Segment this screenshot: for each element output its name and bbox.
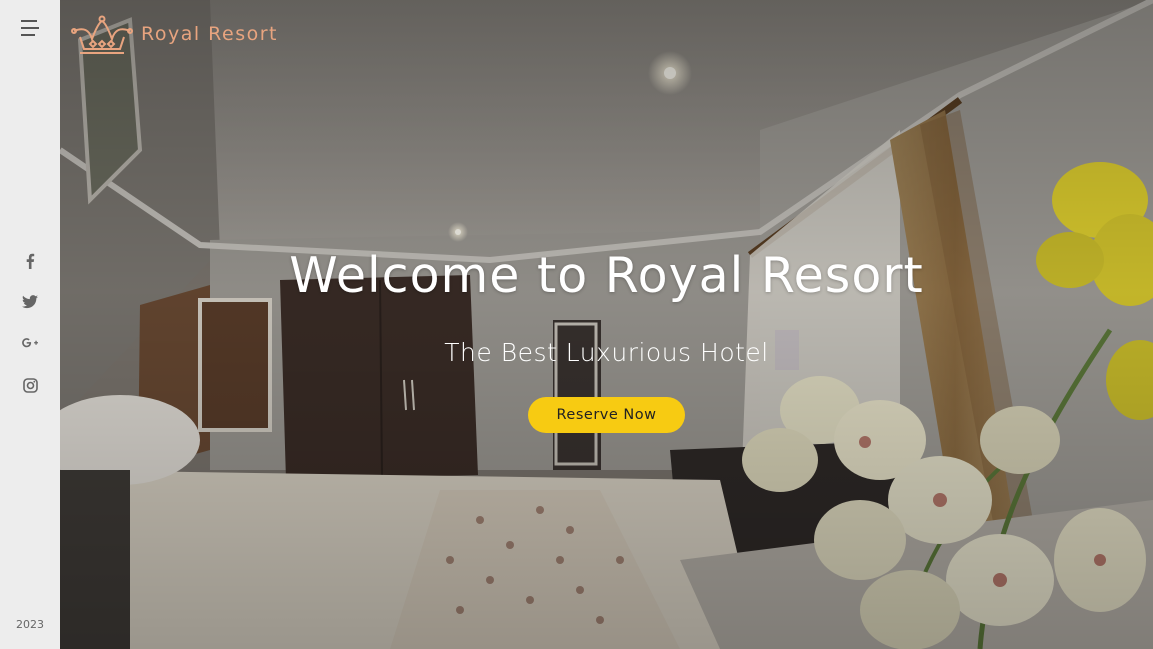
hero-section — [60, 0, 1153, 649]
hamburger-menu-icon[interactable] — [21, 20, 39, 36]
instagram-icon[interactable] — [0, 374, 60, 396]
crown-icon — [71, 15, 133, 54]
brand-name: Royal Resort — [141, 23, 279, 45]
hero-title: Welcome to Royal Resort — [289, 247, 924, 304]
hero-subtitle: The Best Luxurious Hotel — [444, 338, 769, 367]
hero-background-image — [60, 0, 1153, 649]
facebook-icon[interactable] — [0, 250, 60, 272]
copyright-year: 2023 — [16, 618, 44, 631]
reserve-now-button[interactable]: Reserve Now — [528, 397, 685, 433]
google-plus-icon[interactable] — [0, 332, 60, 354]
twitter-icon[interactable] — [0, 291, 60, 313]
left-sidebar: 2023 — [0, 0, 60, 649]
brand-logo-link[interactable]: Royal Resort — [70, 14, 278, 56]
